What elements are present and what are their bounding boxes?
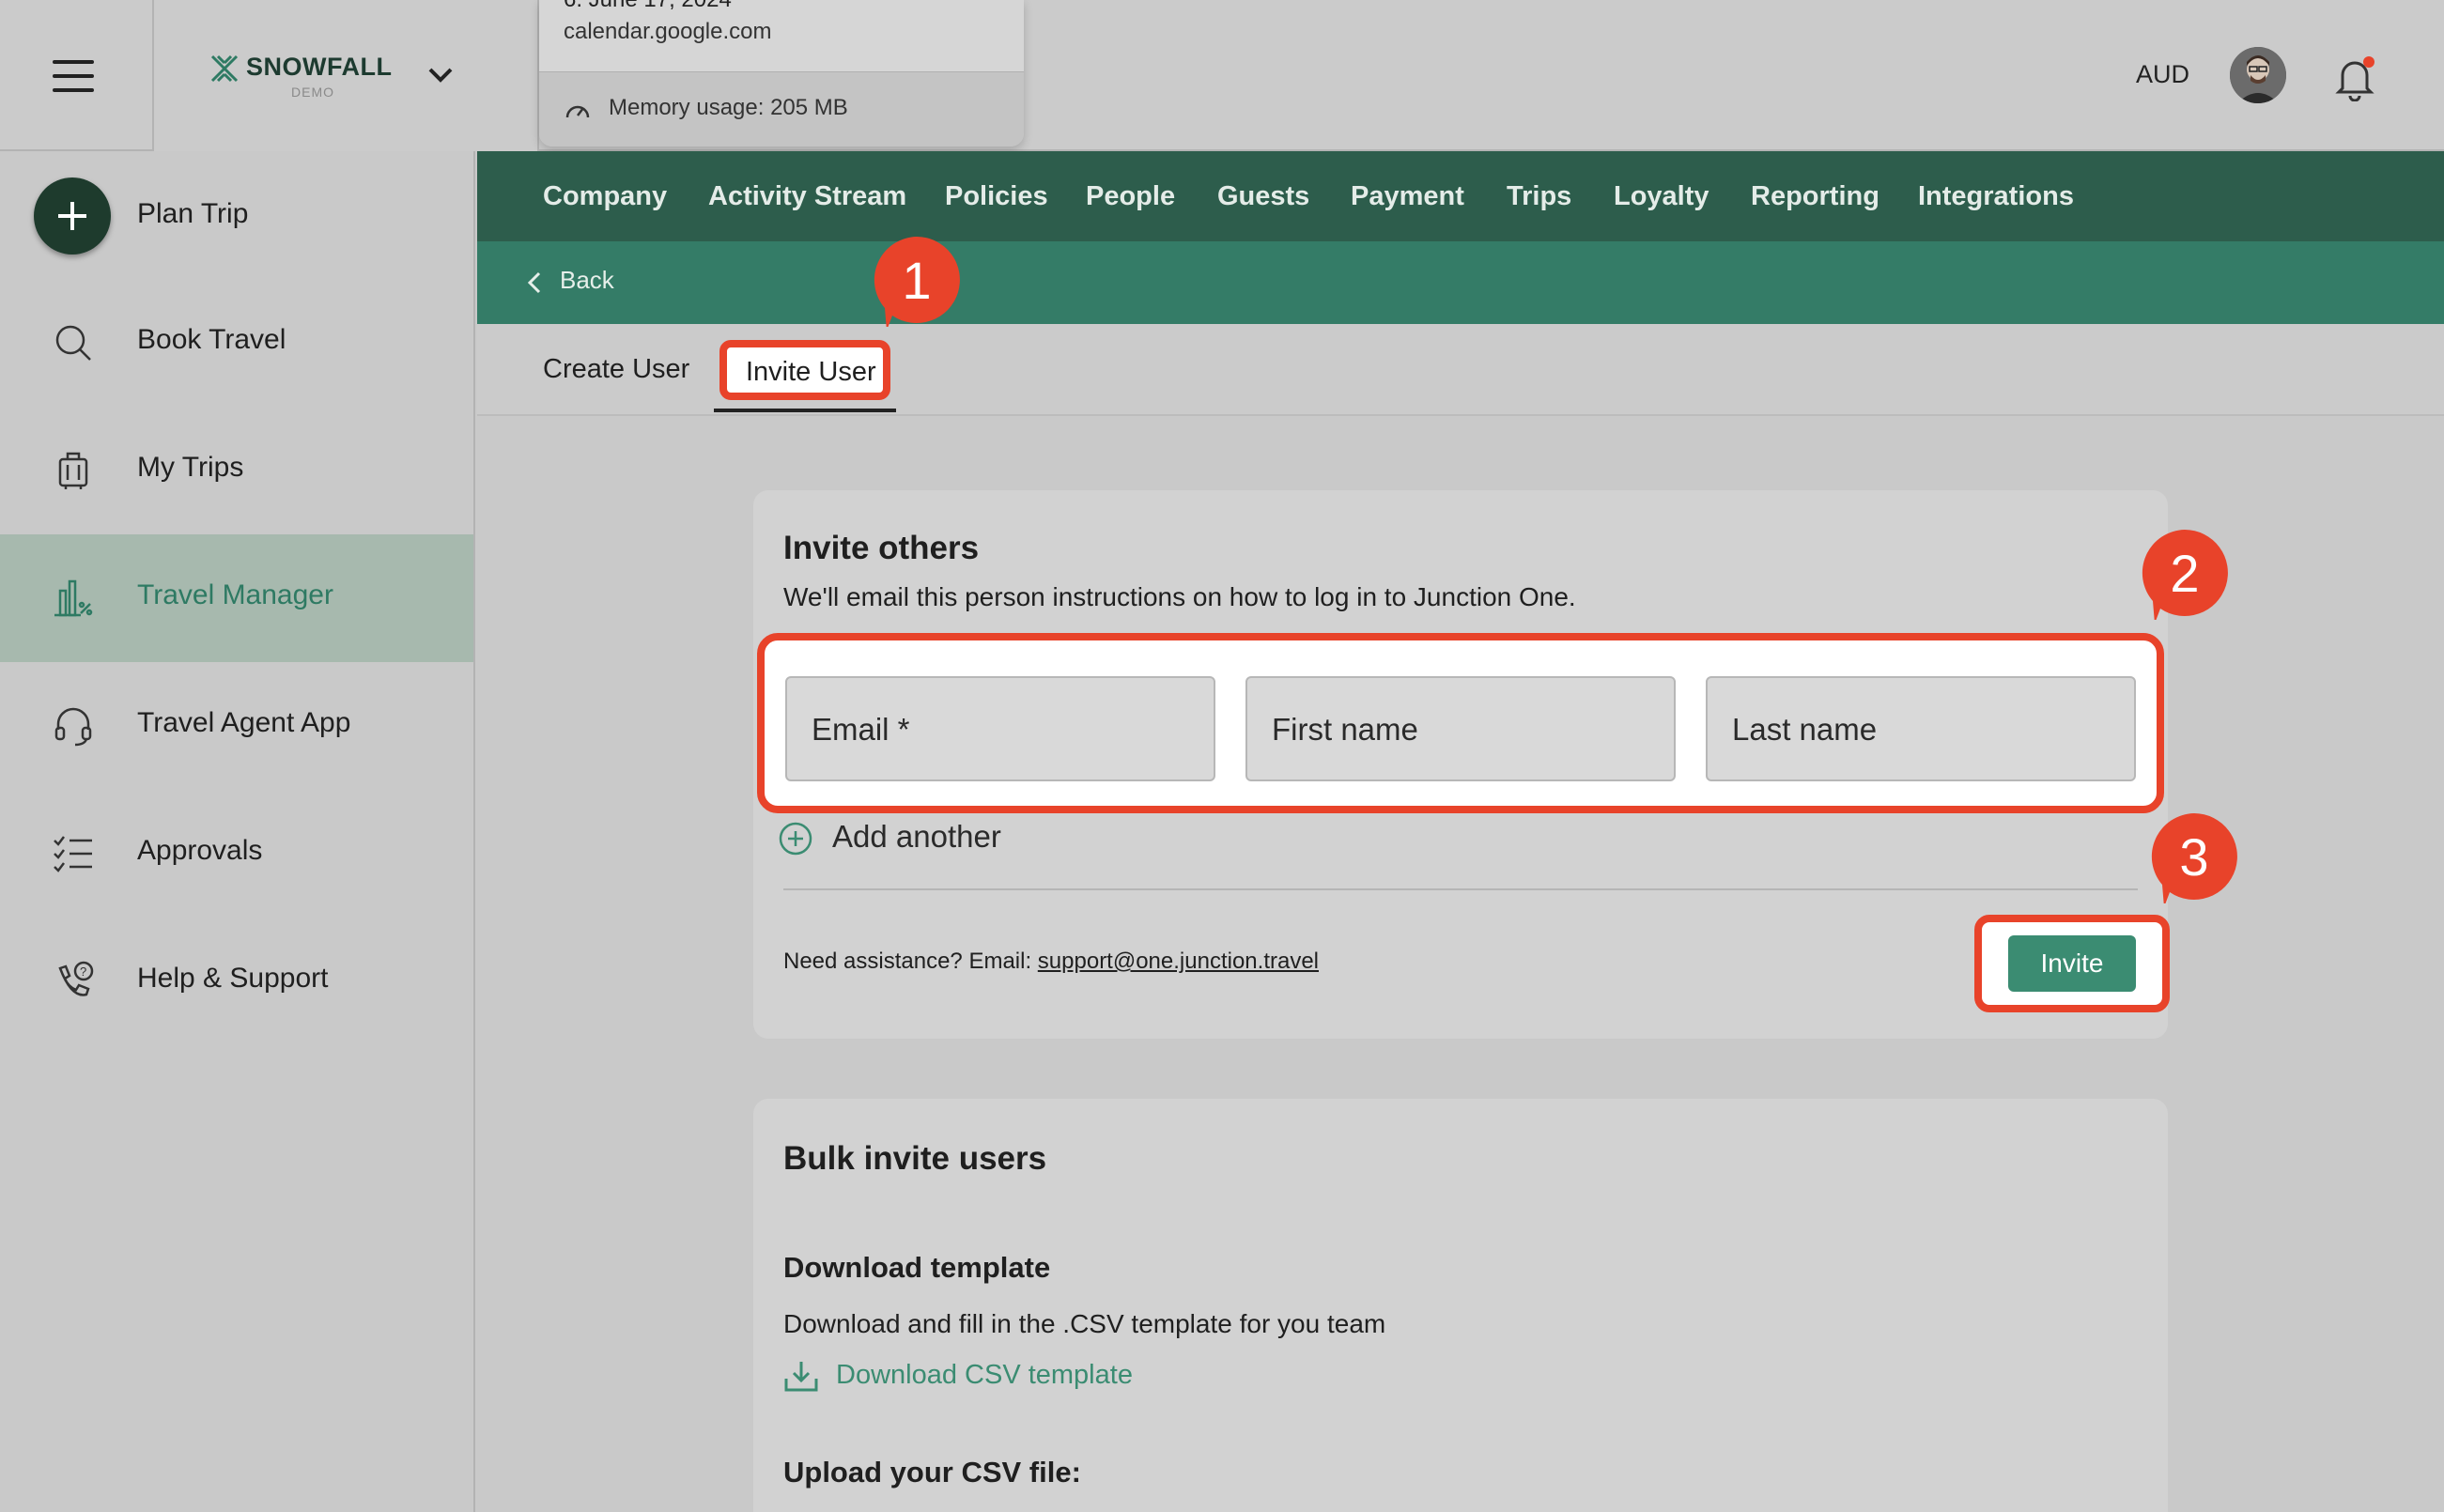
invite-description: We'll email this person instructions on … bbox=[783, 582, 1576, 611]
sidebar-item-label: My Trips bbox=[137, 452, 244, 483]
chevron-left-icon[interactable] bbox=[526, 270, 543, 296]
tab-invite-user[interactable]: Invite User bbox=[719, 340, 890, 400]
email-field[interactable]: Email * bbox=[785, 676, 1215, 781]
nav-integrations[interactable]: Integrations bbox=[1918, 181, 2074, 212]
invite-button-highlight: Invite bbox=[1974, 915, 2170, 1012]
invite-button[interactable]: Invite bbox=[2008, 935, 2136, 992]
nav-activity-stream[interactable]: Activity Stream bbox=[708, 181, 906, 212]
assistance-prefix: Need assistance? Email: bbox=[783, 949, 1038, 974]
sidebar-item-plan-trip[interactable]: Plan Trip bbox=[0, 151, 473, 279]
active-tab-underline bbox=[714, 409, 896, 412]
sidebar-item-label: Book Travel bbox=[137, 324, 286, 355]
sidebar-item-label: Travel Manager bbox=[137, 579, 333, 610]
sidebar-item-label: Plan Trip bbox=[137, 198, 249, 229]
sidebar-item-label: Help & Support bbox=[137, 963, 329, 994]
plus-circle-icon bbox=[779, 822, 812, 856]
sidebar-item-travel-agent-app[interactable]: Travel Agent App bbox=[0, 662, 473, 790]
brand-subtitle: DEMO bbox=[291, 85, 334, 100]
nav-trips[interactable]: Trips bbox=[1507, 181, 1571, 212]
invite-fields-highlight: Email * First name Last name bbox=[757, 633, 2164, 813]
first-name-field[interactable]: First name bbox=[1245, 676, 1676, 781]
brand-logo: SNOWFALL DEMO bbox=[209, 49, 396, 101]
snowflake-icon bbox=[210, 54, 239, 83]
nav-policies[interactable]: Policies bbox=[945, 181, 1048, 212]
sidebar-item-approvals[interactable]: Approvals bbox=[0, 790, 473, 918]
first-name-placeholder: First name bbox=[1272, 712, 1418, 747]
nav-people[interactable]: People bbox=[1086, 181, 1175, 212]
last-name-placeholder: Last name bbox=[1732, 712, 1878, 747]
add-another-label: Add another bbox=[832, 819, 1001, 854]
sidebar-item-help-support[interactable]: ? Help & Support bbox=[0, 918, 473, 1045]
sidebar-item-label: Travel Agent App bbox=[137, 707, 351, 738]
checklist-icon bbox=[54, 836, 92, 872]
memory-usage-text: Memory usage: 205 MB bbox=[609, 95, 848, 120]
chart-icon bbox=[54, 579, 93, 617]
download-template-description: Download and fill in the .CSV template f… bbox=[783, 1309, 1386, 1338]
back-link[interactable]: Back bbox=[560, 266, 614, 295]
step-marker-3: 3 bbox=[2147, 810, 2241, 907]
download-csv-label: Download CSV template bbox=[836, 1360, 1133, 1390]
bulk-invite-card: Bulk invite users Download template Down… bbox=[753, 1099, 2168, 1512]
marker-number: 1 bbox=[902, 251, 932, 310]
popup-url: calendar.google.com bbox=[564, 19, 772, 44]
company-switcher[interactable]: SNOWFALL DEMO bbox=[152, 0, 539, 151]
nav-guests[interactable]: Guests bbox=[1217, 181, 1309, 212]
nav-reporting[interactable]: Reporting bbox=[1751, 181, 1879, 212]
download-csv-link[interactable]: Download CSV template bbox=[783, 1358, 1178, 1396]
nav-payment[interactable]: Payment bbox=[1351, 181, 1464, 212]
luggage-icon bbox=[58, 452, 88, 489]
sidebar-item-travel-manager[interactable]: Travel Manager bbox=[0, 534, 473, 662]
upload-csv-heading: Upload your CSV file: bbox=[783, 1456, 1081, 1489]
avatar[interactable] bbox=[2230, 47, 2286, 103]
download-icon bbox=[784, 1362, 818, 1392]
sidebar-item-book-travel[interactable]: Book Travel bbox=[0, 279, 473, 407]
gauge-icon bbox=[565, 105, 590, 118]
invite-title: Invite others bbox=[783, 530, 980, 566]
phone-help-icon: ? bbox=[58, 961, 94, 996]
step-marker-1: 1 bbox=[870, 233, 964, 331]
search-icon bbox=[55, 325, 91, 361]
main-navbar: Company Activity Stream Policies People … bbox=[477, 151, 2444, 241]
sidebar: Plan Trip Book Travel My Trips Travel Ma bbox=[0, 151, 475, 1512]
step-marker-2: 2 bbox=[2138, 526, 2232, 624]
nav-loyalty[interactable]: Loyalty bbox=[1614, 181, 1709, 212]
bulk-title: Bulk invite users bbox=[783, 1140, 1047, 1177]
popup-title: 6. June 17, 2024 bbox=[564, 0, 732, 13]
tab-invite-user-label: Invite User bbox=[746, 357, 876, 387]
tab-create-user[interactable]: Create User bbox=[543, 354, 689, 385]
svg-text:?: ? bbox=[80, 964, 86, 979]
divider bbox=[783, 888, 2138, 890]
tab-hover-popup: 6. June 17, 2024 calendar.google.com Mem… bbox=[539, 0, 1024, 147]
brand-name: SNOWFALL bbox=[246, 53, 393, 81]
marker-number: 2 bbox=[2170, 544, 2200, 603]
support-email-link[interactable]: support@one.junction.travel bbox=[1038, 949, 1319, 974]
currency-selector[interactable]: AUD bbox=[2136, 60, 2189, 89]
top-bar: SNOWFALL DEMO 6. June 17, 2024 calendar.… bbox=[0, 0, 2444, 151]
download-template-heading: Download template bbox=[783, 1251, 1051, 1284]
headset-icon bbox=[54, 707, 92, 747]
nav-company[interactable]: Company bbox=[543, 181, 667, 212]
sidebar-item-my-trips[interactable]: My Trips bbox=[0, 407, 473, 534]
hamburger-menu-icon[interactable] bbox=[53, 60, 94, 92]
notification-bell-icon[interactable] bbox=[2333, 54, 2376, 101]
marker-number: 3 bbox=[2179, 827, 2209, 887]
email-placeholder: Email * bbox=[812, 712, 910, 747]
chevron-down-icon[interactable] bbox=[426, 64, 455, 85]
sidebar-item-label: Approvals bbox=[137, 835, 263, 866]
avatar-image bbox=[2230, 47, 2286, 103]
add-another-button[interactable]: Add another bbox=[778, 817, 1153, 860]
plus-icon bbox=[34, 177, 111, 255]
last-name-field[interactable]: Last name bbox=[1706, 676, 2136, 781]
popup-memory-row: Memory usage: 205 MB bbox=[539, 71, 1024, 147]
assistance-text: Need assistance? Email: support@one.junc… bbox=[783, 949, 1319, 975]
sub-header: Back bbox=[477, 241, 2444, 324]
